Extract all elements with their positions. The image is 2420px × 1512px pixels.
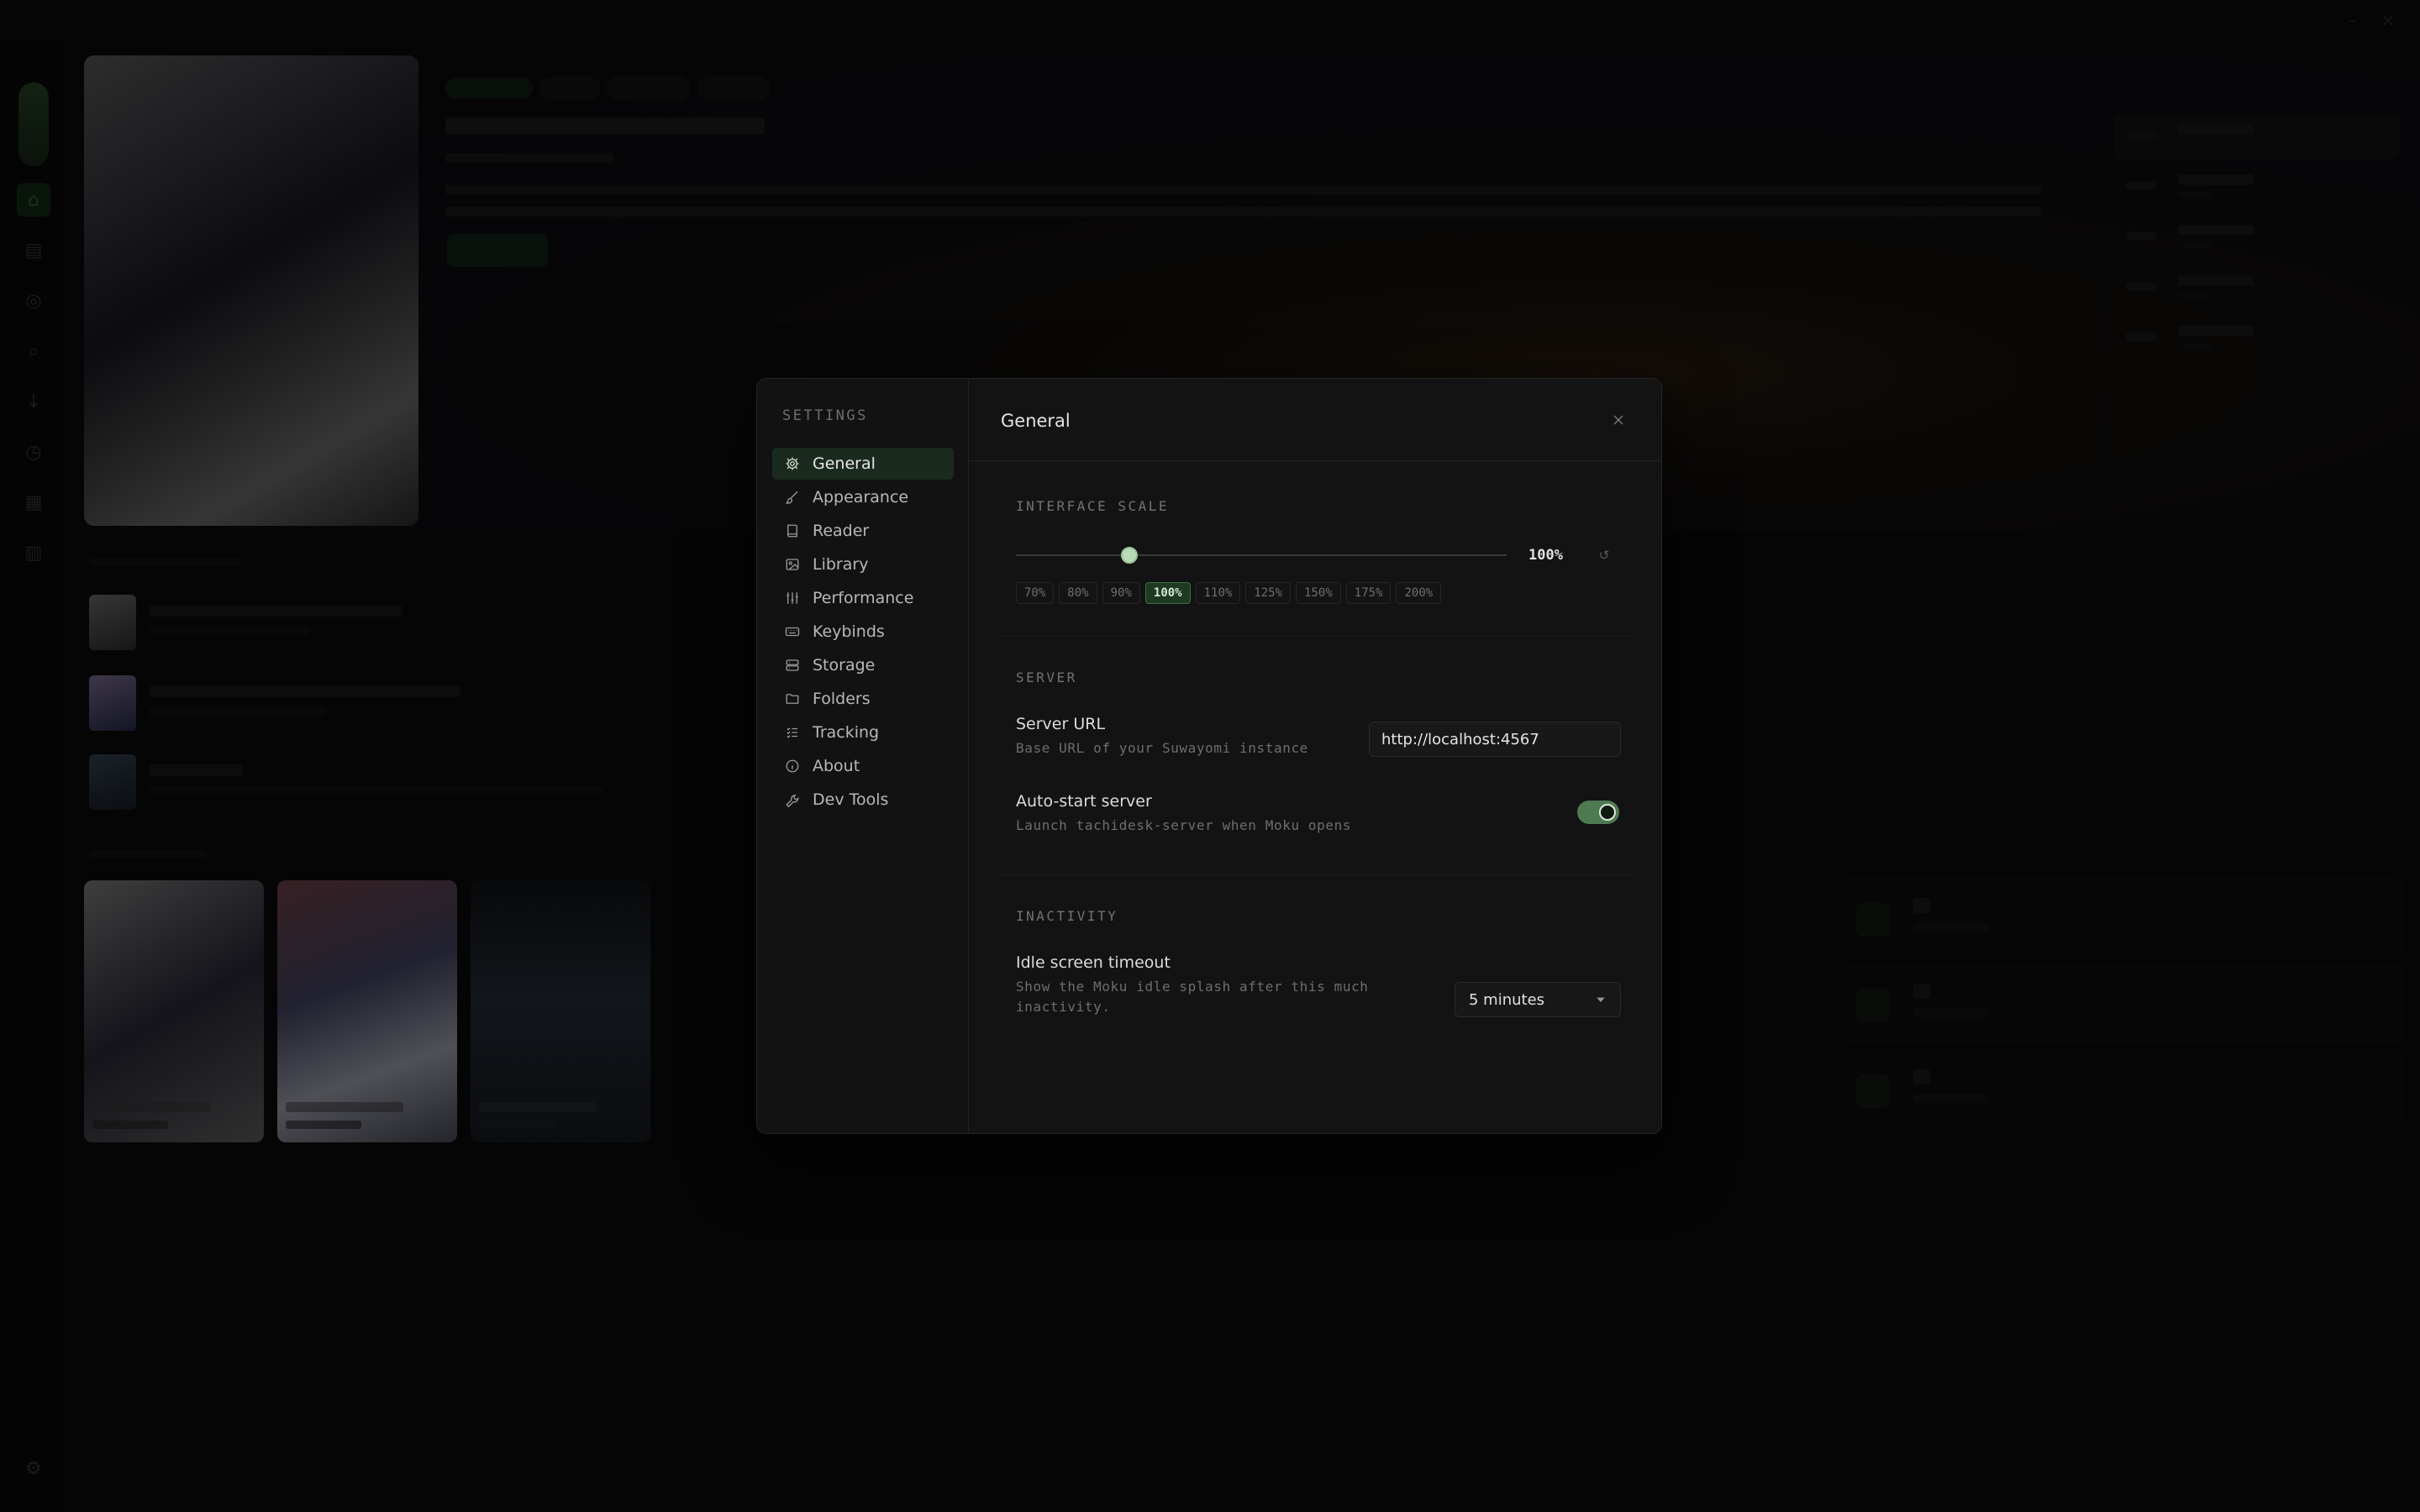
image-icon [784,556,801,573]
settings-item-label: Reader [813,522,870,540]
autostart-label: Auto-start server [1016,792,1152,811]
scale-preset-110[interactable]: 110% [1195,582,1241,604]
settings-item-label: Performance [813,589,914,607]
wrench-icon [784,791,801,808]
settings-item-label: About [813,757,860,775]
settings-item-dev-tools[interactable]: Dev Tools [772,784,954,816]
settings-item-label: Dev Tools [813,790,889,809]
section-title-server: SERVER [1016,669,1077,685]
scale-slider-track[interactable] [1016,554,1507,556]
list-icon [784,724,801,741]
settings-item-about[interactable]: About [772,750,954,782]
storage-icon [784,657,801,674]
server-url-input[interactable] [1369,722,1621,757]
idle-timeout-desc-line2: inactivity. [1016,999,1111,1015]
info-icon [784,758,801,774]
scale-preset-150[interactable]: 150% [1296,582,1341,604]
sliders-icon [784,590,801,606]
scale-preset-100[interactable]: 100% [1144,582,1191,604]
scale-preset-175[interactable]: 175% [1345,582,1392,604]
server-url-label: Server URL [1016,715,1106,733]
server-url-desc: Base URL of your Suwayomi instance [1016,740,1308,756]
scale-slider-thumb[interactable] [1120,547,1138,564]
panel-title: General [1001,411,1071,431]
settings-item-general[interactable]: General [772,448,954,480]
settings-item-label: Tracking [813,723,880,742]
autostart-desc: Launch tachidesk-server when Moku opens [1016,817,1352,833]
settings-item-label: Library [813,555,869,574]
settings-modal: SETTINGS General Appearance Reader Libra… [756,378,1662,1134]
brush-icon [784,489,801,506]
scale-value: 100% [1528,547,1563,564]
settings-item-label: General [813,454,876,473]
idle-timeout-value: 5 minutes [1469,990,1545,1009]
idle-timeout-select[interactable]: 5 minutes [1455,982,1621,1017]
keyboard-icon [784,623,801,640]
settings-sidebar: SETTINGS General Appearance Reader Libra… [757,379,969,1133]
settings-item-appearance[interactable]: Appearance [772,481,954,513]
scale-preset-200[interactable]: 200% [1396,582,1442,604]
settings-item-label: Storage [813,656,876,675]
scale-preset-70[interactable]: 70% [1016,582,1055,604]
idle-timeout-label: Idle screen timeout [1016,953,1171,972]
gear-icon [784,455,801,472]
settings-item-folders[interactable]: Folders [772,683,954,715]
book-icon [784,522,801,539]
close-icon[interactable] [1607,409,1629,431]
settings-item-library[interactable]: Library [772,549,954,580]
scale-preset-80[interactable]: 80% [1059,582,1097,604]
autostart-toggle[interactable] [1577,801,1619,824]
section-title-inactivity: INACTIVITY [1016,908,1118,924]
chevron-down-icon [1593,992,1608,1007]
settings-item-performance[interactable]: Performance [772,582,954,614]
scale-preset-125[interactable]: 125% [1245,582,1292,604]
settings-header: General [969,379,1661,461]
folder-icon [784,690,801,707]
settings-item-label: Appearance [813,488,909,507]
section-divider [1001,636,1631,637]
settings-item-label: Folders [813,690,871,708]
settings-heading: SETTINGS [782,407,868,424]
toggle-knob [1599,804,1616,821]
settings-content: General INTERFACE SCALE 100% ↺ 70% 80% 9… [969,379,1661,1133]
scale-presets: 70% 80% 90% 100% 110% 125% 150% 175% 200… [1016,582,1442,604]
settings-item-reader[interactable]: Reader [772,515,954,547]
reset-icon[interactable]: ↺ [1596,547,1612,564]
section-title-interface-scale: INTERFACE SCALE [1016,498,1169,514]
idle-timeout-desc-line1: Show the Moku idle splash after this muc… [1016,979,1369,995]
settings-item-tracking[interactable]: Tracking [772,717,954,748]
settings-item-label: Keybinds [813,622,885,641]
settings-item-storage[interactable]: Storage [772,649,954,681]
section-divider [1001,874,1631,875]
settings-item-keybinds[interactable]: Keybinds [772,616,954,648]
scale-preset-90[interactable]: 90% [1102,582,1140,604]
